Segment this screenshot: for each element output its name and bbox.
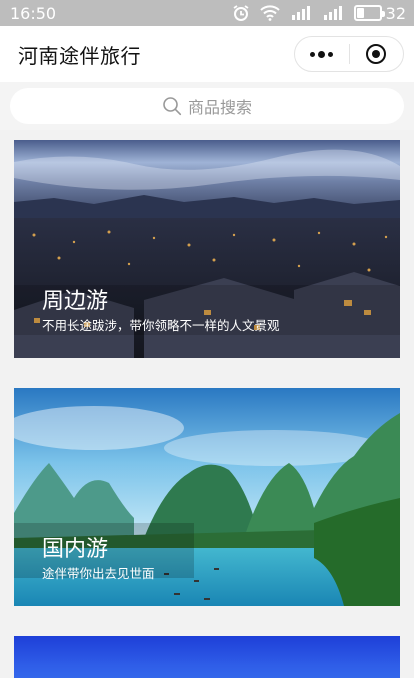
wifi-icon bbox=[259, 5, 280, 21]
card-subtitle: 不用长途跋涉，带你领略不一样的人文景观 bbox=[42, 318, 280, 333]
mini-program-capsule bbox=[294, 36, 404, 72]
category-card-nearby[interactable]: 周边游 不用长途跋涉，带你领略不一样的人文景观 bbox=[14, 140, 400, 358]
status-icons: 32 bbox=[232, 4, 406, 23]
card-title: 周边游 bbox=[42, 289, 109, 314]
category-list: 周边游 不用长途跋涉，带你领略不一样的人文景观 国内游 途伴带你出去见世面 bbox=[0, 130, 414, 678]
search-placeholder: 商品搜索 bbox=[187, 98, 252, 117]
more-dots-icon bbox=[310, 50, 334, 58]
card-subtitle: 途伴带你出去见世面 bbox=[42, 566, 155, 581]
status-bar: 16:50 32 bbox=[0, 0, 414, 26]
page-title: 河南途伴旅行 bbox=[18, 43, 141, 68]
signal-icon bbox=[323, 6, 342, 20]
status-time: 16:50 bbox=[10, 3, 57, 23]
category-card-domestic[interactable]: 国内游 途伴带你出去见世面 bbox=[14, 388, 400, 606]
alarm-icon bbox=[233, 5, 249, 21]
battery-icon bbox=[353, 5, 385, 21]
search-area: 商品搜索 bbox=[0, 82, 414, 130]
card-caption: 周边游 不用长途跋涉，带你领略不一样的人文景观 bbox=[42, 288, 280, 334]
signal-4g-icon bbox=[291, 6, 310, 20]
search-icon bbox=[163, 97, 182, 116]
more-button[interactable] bbox=[295, 37, 349, 71]
target-icon bbox=[366, 44, 387, 64]
navigation-bar: 河南途伴旅行 bbox=[0, 26, 414, 82]
card-caption: 国内游 途伴带你出去见世面 bbox=[42, 536, 155, 582]
battery-percent: 32 bbox=[385, 3, 406, 23]
battery-fill bbox=[356, 8, 364, 18]
search-input[interactable]: 商品搜索 bbox=[10, 88, 404, 124]
card-title: 国内游 bbox=[42, 537, 109, 562]
category-card-third[interactable] bbox=[14, 636, 400, 678]
close-mini-program-button[interactable] bbox=[350, 37, 404, 71]
blue-sky-image bbox=[14, 636, 400, 678]
battery-indicator: 32 bbox=[353, 3, 406, 23]
